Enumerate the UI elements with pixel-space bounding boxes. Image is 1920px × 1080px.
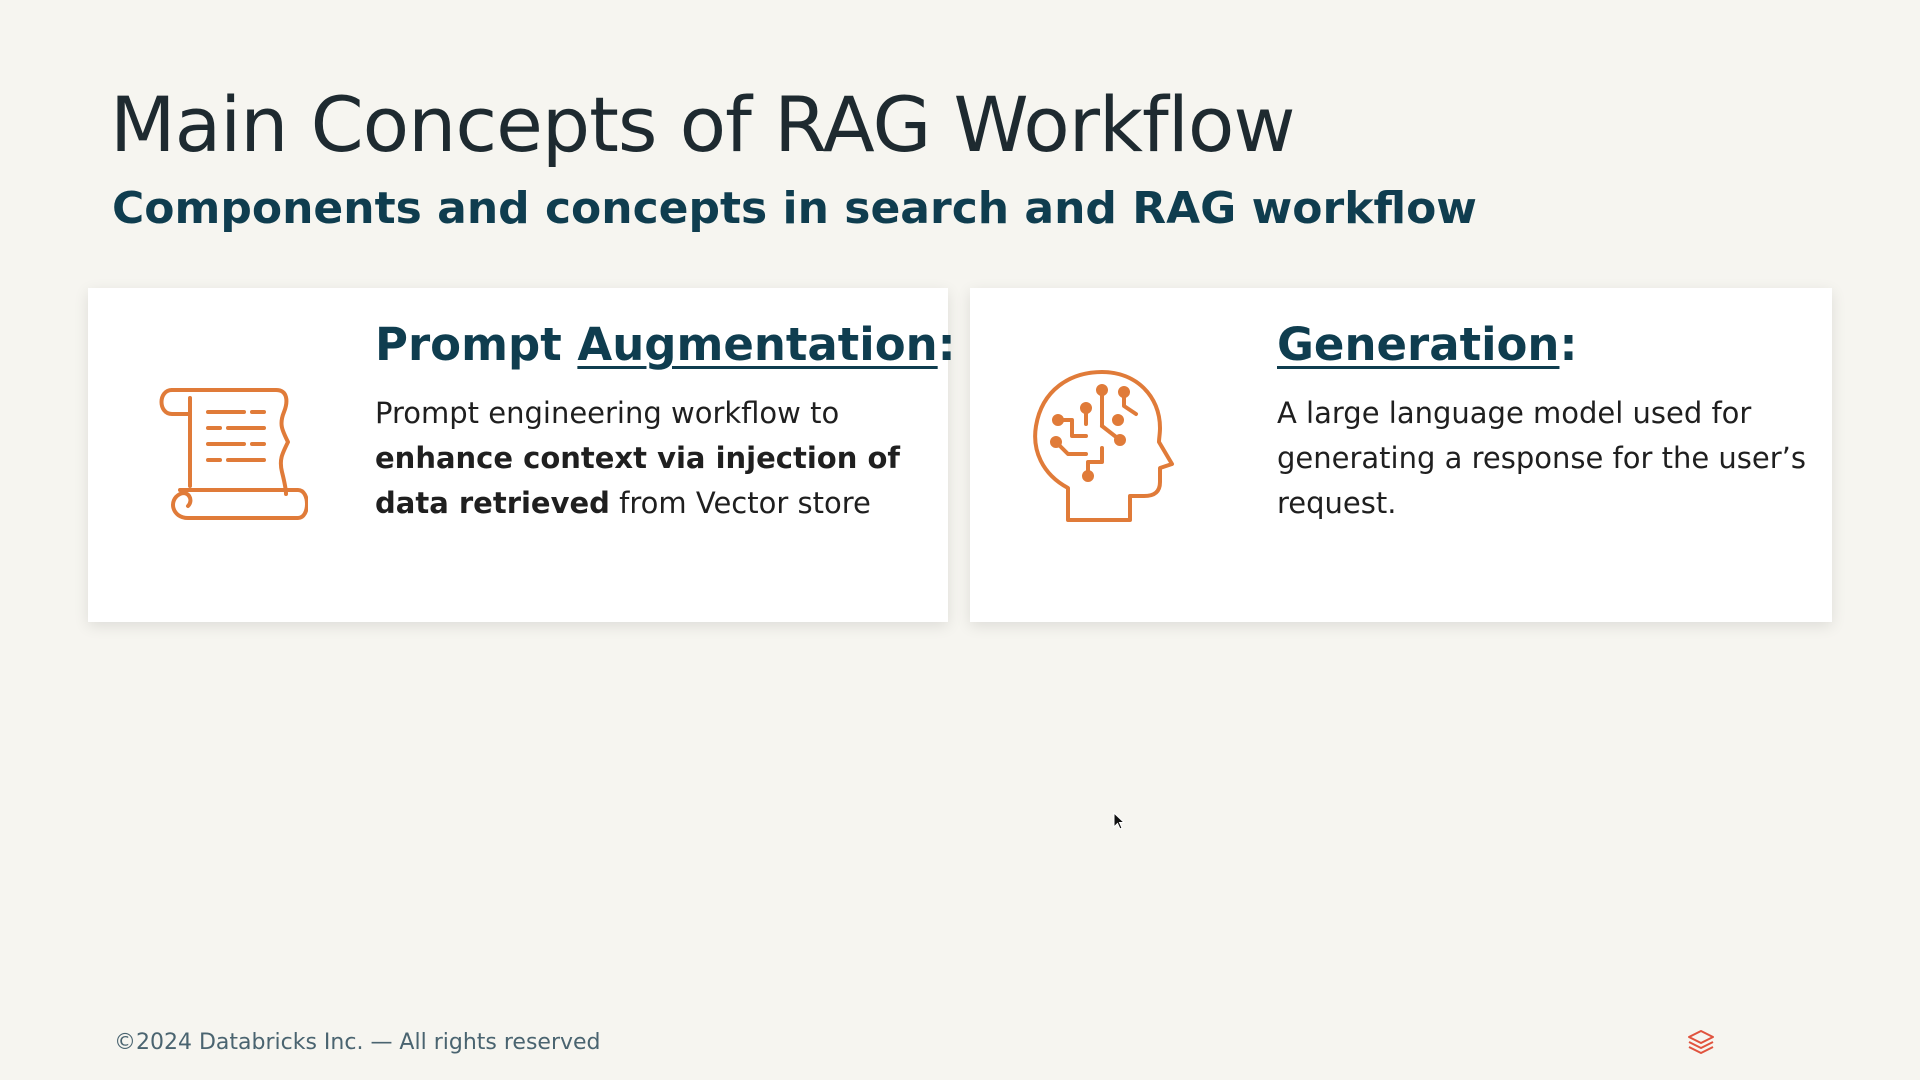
card-prompt-augmentation: Prompt Augmentation: Prompt engineering … xyxy=(88,288,956,622)
body-text: Prompt engineering workflow to xyxy=(375,396,840,430)
slide-title: Main Concepts of RAG Workflow xyxy=(110,80,1295,169)
card-generation: Generation: A large language model used … xyxy=(970,288,1832,622)
brain-circuit-head-icon xyxy=(1028,364,1178,524)
footer-copyright: ©2024 Databricks Inc. — All rights reser… xyxy=(114,1030,601,1055)
body-text: from Vector store xyxy=(609,486,871,520)
heading-suffix: : xyxy=(937,318,956,371)
card-text: Prompt Augmentation: Prompt engineering … xyxy=(375,318,956,526)
card-heading: Generation: xyxy=(1277,318,1807,371)
card-body: Prompt engineering workflow to enhance c… xyxy=(375,391,935,526)
heading-term: Augmentation xyxy=(577,318,938,371)
heading-prefix: Prompt xyxy=(375,318,578,371)
card-body: A large language model used for generati… xyxy=(1277,396,1807,520)
scroll-document-icon xyxy=(148,368,309,528)
databricks-logo-icon xyxy=(1686,1027,1716,1057)
heading-term: Generation xyxy=(1277,318,1560,371)
slide-subtitle: Components and concepts in search and RA… xyxy=(112,183,1477,234)
card-text: Generation: A large language model used … xyxy=(1277,318,1807,526)
card-heading: Prompt Augmentation: xyxy=(375,318,956,371)
heading-suffix: : xyxy=(1559,318,1578,371)
mouse-pointer-icon xyxy=(1113,811,1126,830)
